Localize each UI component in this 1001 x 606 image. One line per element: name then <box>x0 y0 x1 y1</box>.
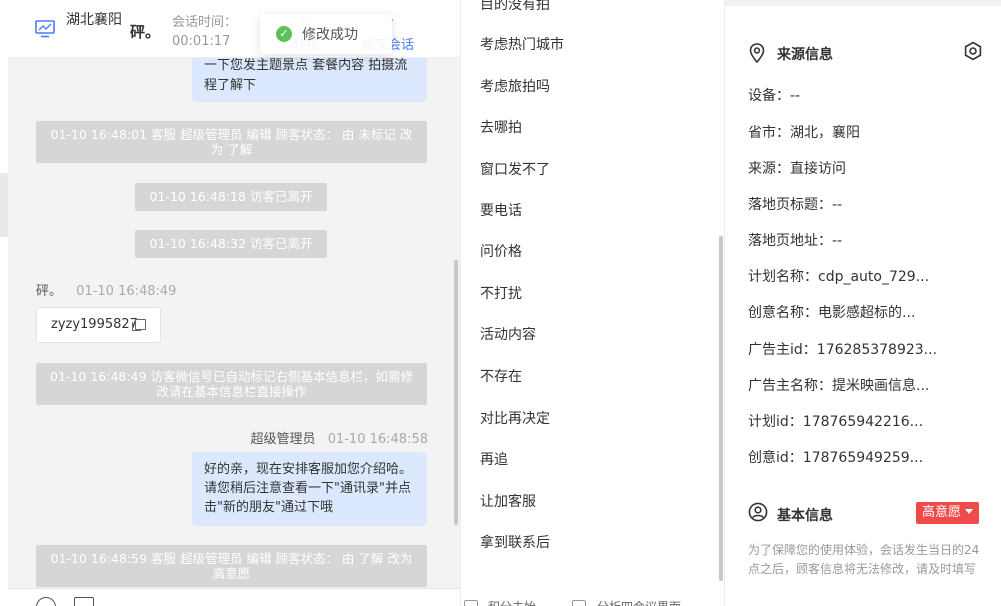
wechat-id: zyzy1995827 <box>51 317 138 332</box>
tag-item[interactable]: 要电话 <box>480 200 522 220</box>
tag-item[interactable]: 活动内容 <box>480 324 536 344</box>
tag-item[interactable]: 拿到联系后 <box>480 532 550 552</box>
toast-text: 修改成功 <box>302 27 358 43</box>
checkbox-1-label: 积分未始 <box>488 598 536 606</box>
caret-down-icon <box>965 509 974 514</box>
info-row-creative-name: 创意名称：电影感超标的... <box>748 305 916 321</box>
info-row-landing-url: 落地页地址：-- <box>748 233 843 249</box>
tag-item[interactable]: 考虑旅拍吗 <box>480 76 550 96</box>
chat-header: 湖北襄阳 砰。 会话时间： 00:01:17 ⇆ 转接 ⇨ 结束会话 ✓ 修改成… <box>8 0 460 58</box>
wechat-id-chip[interactable]: zyzy1995827 <box>36 307 161 343</box>
check-circle-icon: ✓ <box>276 26 292 42</box>
intent-level-dropdown[interactable]: 高意愿 <box>916 502 980 524</box>
info-row-plan-name: 计划名称：cdp_auto_729... <box>748 269 930 285</box>
quick-tags-panel: 目的没有拍 考虑热门城市 考虑旅拍吗 去哪拍 窗口发不了 要电话 问价格 不打扰… <box>460 0 724 606</box>
checkbox-2-label: 分析四会议界面 <box>597 598 681 606</box>
image-icon[interactable] <box>74 597 94 606</box>
intent-level-value: 高意愿 <box>922 505 962 520</box>
info-row-landing-title: 落地页标题：-- <box>748 197 843 213</box>
visitor-info-panel: 来源信息 设备：-- 省市：湖北，襄阳 来源：直接访问 落地页标题：-- 落地页… <box>724 0 1001 606</box>
visitor-message-meta: 砰。 01-10 16:48:49 <box>36 280 176 299</box>
info-row-region: 省市：湖北，襄阳 <box>748 125 860 141</box>
agent-message-meta: 超级管理员 01-10 16:48:58 <box>251 428 428 447</box>
chat-toolbar <box>8 588 460 606</box>
monitor-icon <box>35 20 55 38</box>
tag-item[interactable]: 窗口发不了 <box>480 159 550 179</box>
settings-icon[interactable] <box>963 41 983 61</box>
app-root: 一下您发主题景点 套餐内容 拍摄流程了解下 湖北襄阳 砰。 会话时间： 00:0… <box>0 0 1001 606</box>
tag-item[interactable]: 去哪拍 <box>480 117 522 137</box>
agent-message-bubble: 好的亲，现在安排客服加您介绍哈。请您稍后注意查看一下"通讯录"并点击"新的朋友"… <box>192 452 427 526</box>
session-time-label: 会话时间： <box>172 15 238 30</box>
left-strip <box>0 0 8 606</box>
tag-item[interactable]: 目的没有拍 <box>480 0 550 14</box>
tags-footer: 积分未始 分析四会议界面 <box>461 596 725 606</box>
tags-scrollbar[interactable] <box>719 236 723 581</box>
visitor-location: 湖北襄阳 <box>66 12 122 28</box>
edit-notice: 为了保障您的使用体验，会话发生当日的24点之后，顾客信息将无法修改，请及时填写 <box>748 543 980 576</box>
tag-item[interactable]: 对比再决定 <box>480 408 550 428</box>
visitor-name: 砰。 <box>130 23 161 41</box>
emoji-icon[interactable] <box>36 597 56 606</box>
success-toast: ✓ 修改成功 <box>260 14 392 54</box>
system-message: 01-10 16:48:01 客服 超级管理员 编辑 顾客状态： 由 未标记 改… <box>36 121 427 163</box>
agent-sender: 超级管理员 <box>250 432 316 447</box>
basic-info-title: 基本信息 <box>777 508 833 524</box>
tag-item[interactable]: 问价格 <box>480 241 522 261</box>
checkbox-2[interactable] <box>572 600 586 606</box>
info-row-plan-id: 计划id：178765942216... <box>748 414 924 430</box>
info-row-device: 设备：-- <box>748 88 801 104</box>
info-row-advertiser-id: 广告主id：176285378923... <box>748 342 938 358</box>
checkbox-1[interactable] <box>464 600 478 606</box>
info-row-advertiser-name: 广告主名称：提米映画信息... <box>748 378 930 394</box>
location-pin-icon <box>749 43 765 63</box>
user-circle-icon <box>748 502 768 522</box>
chat-pane: 一下您发主题景点 套餐内容 拍摄流程了解下 湖北襄阳 砰。 会话时间： 00:0… <box>8 0 460 606</box>
system-message: 01-10 16:48:49 访客微信号已自动标记右侧基本信息栏，如需修改请在基… <box>36 363 427 405</box>
tag-item[interactable]: 再追 <box>480 449 508 469</box>
session-time-value: 00:01:17 <box>172 34 231 49</box>
system-message: 01-10 16:48:59 客服 超级管理员 编辑 顾客状态： 由 了解 改为… <box>36 545 427 587</box>
system-message: 01-10 16:48:32 访客已离开 <box>135 230 327 258</box>
tag-item[interactable]: 不打扰 <box>480 283 522 303</box>
system-message: 01-10 16:48:18 访客已离开 <box>135 183 327 211</box>
tag-item[interactable]: 让加客服 <box>480 491 536 511</box>
tag-item[interactable]: 不存在 <box>480 366 522 386</box>
visitor-sender: 砰。 <box>36 284 63 299</box>
chat-scrollbar[interactable] <box>454 260 458 525</box>
copy-icon[interactable] <box>132 319 146 331</box>
source-info-title: 来源信息 <box>777 47 833 63</box>
visitor-message-time: 01-10 16:48:49 <box>76 284 177 299</box>
tag-item[interactable]: 考虑热门城市 <box>480 34 564 54</box>
info-row-creative-id: 创意id：178765949259... <box>748 450 924 466</box>
left-strip-marker <box>0 173 8 237</box>
info-row-source: 来源：直接访问 <box>748 161 846 177</box>
agent-message-time: 01-10 16:48:58 <box>327 432 428 447</box>
